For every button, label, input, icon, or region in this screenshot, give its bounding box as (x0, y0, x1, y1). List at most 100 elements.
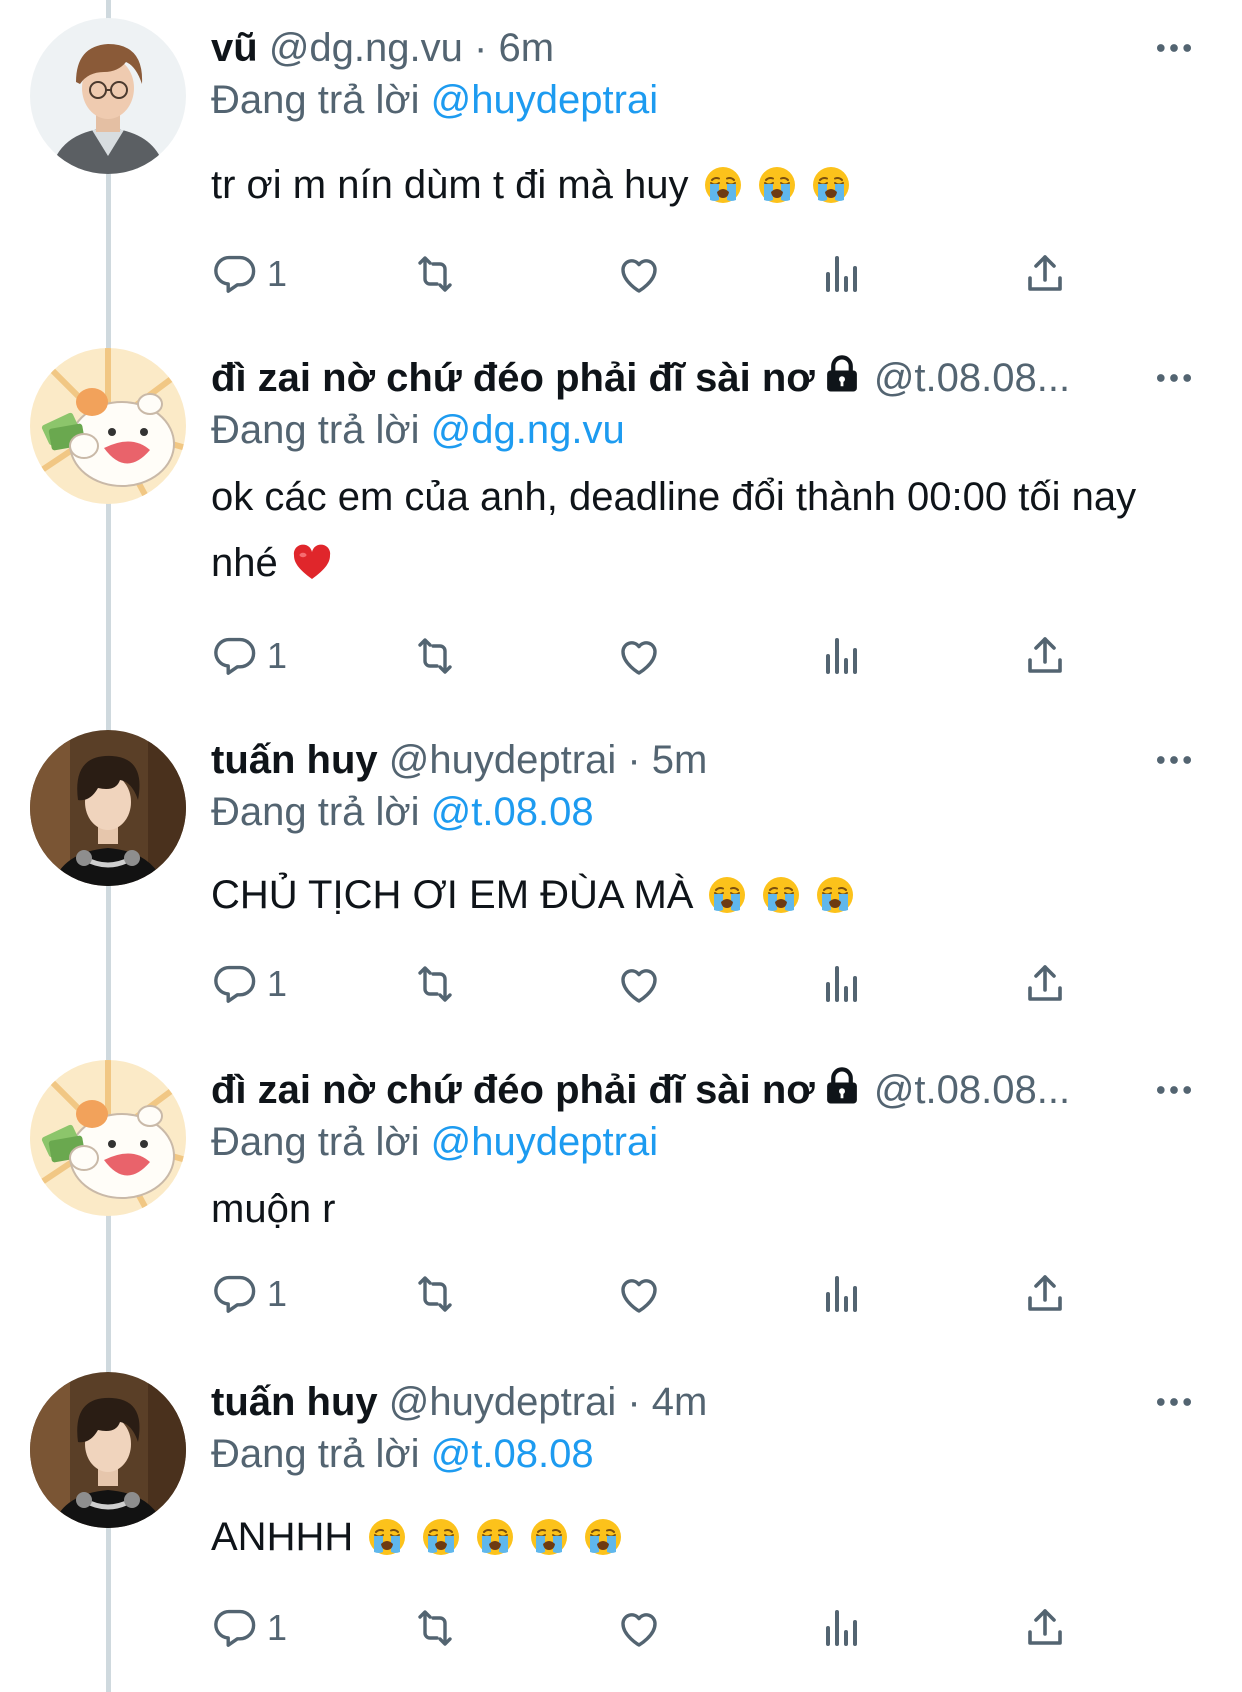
mention-link[interactable]: @dg.ng.vu (431, 408, 625, 452)
share-icon (1021, 1604, 1069, 1652)
display-name[interactable]: vũ (211, 26, 258, 70)
analytics-icon (818, 250, 866, 298)
views-button[interactable] (818, 1264, 866, 1324)
more-options-icon[interactable] (1144, 22, 1204, 74)
share-icon (1021, 632, 1069, 680)
share-button[interactable] (1021, 626, 1069, 686)
separator-dot: · (627, 738, 641, 782)
timestamp[interactable]: 6m (498, 26, 554, 70)
retweet-button[interactable] (411, 954, 459, 1014)
retweet-icon (411, 632, 459, 680)
views-button[interactable] (818, 954, 866, 1014)
red-heart-icon (292, 543, 332, 583)
handle[interactable]: @t.08.08... (874, 1068, 1070, 1112)
reply-button[interactable]: 1 (211, 1598, 287, 1658)
tweet-text: ok các em của anh, deadline đổi thành 00… (211, 464, 1182, 596)
replying-label: Đang trả lời (211, 408, 420, 452)
share-button[interactable] (1021, 954, 1069, 1014)
crying-face-icon (815, 875, 855, 915)
handle[interactable]: @huydeptrai (389, 1380, 616, 1424)
analytics-icon (818, 1604, 866, 1652)
avatar[interactable] (30, 348, 186, 504)
avatar[interactable] (30, 1372, 186, 1528)
views-button[interactable] (818, 626, 866, 686)
reply-count: 1 (267, 253, 288, 294)
reply-button[interactable]: 1 (211, 1264, 287, 1324)
more-options-icon[interactable] (1144, 734, 1204, 786)
mention-link[interactable]: @t.08.08 (431, 1432, 594, 1476)
heart-icon (615, 1270, 663, 1318)
handle[interactable]: @dg.ng.vu (269, 26, 463, 70)
like-button[interactable] (615, 1264, 663, 1324)
timestamp[interactable]: 5m (652, 738, 708, 782)
tweet-header: vũ @dg.ng.vu · 6m (211, 22, 1182, 74)
display-name[interactable]: đì zai nờ chứ đéo phải đĩ sài nơ (211, 1068, 815, 1112)
retweet-button[interactable] (411, 626, 459, 686)
tweet-text: muộn r (211, 1176, 1182, 1242)
share-icon (1021, 250, 1069, 298)
share-button[interactable] (1021, 1598, 1069, 1658)
replying-label: Đang trả lời (211, 78, 420, 122)
display-name[interactable]: đì zai nờ chứ đéo phải đĩ sài nơ (211, 356, 815, 400)
display-name[interactable]: tuấn huy (211, 1380, 378, 1424)
replying-to: Đang trả lời @t.08.08 (211, 786, 1182, 838)
reply-button[interactable]: 1 (211, 244, 287, 304)
retweet-button[interactable] (411, 1598, 459, 1658)
more-options-icon[interactable] (1144, 352, 1204, 404)
mention-link[interactable]: @t.08.08 (431, 790, 594, 834)
heart-icon (615, 250, 663, 298)
crying-face-icon (811, 165, 851, 205)
mention-link[interactable]: @huydeptrai (431, 1120, 658, 1164)
handle[interactable]: @huydeptrai (389, 738, 616, 782)
tweet-actions: 1 (211, 954, 1111, 1014)
avatar[interactable] (30, 730, 186, 886)
share-button[interactable] (1021, 244, 1069, 304)
tweet-text-body: ANHHH (211, 1515, 354, 1559)
tweet-actions: 1 (211, 626, 1111, 686)
crying-face-icon (475, 1517, 515, 1557)
crying-face-icon (421, 1517, 461, 1557)
mention-link[interactable]: @huydeptrai (431, 78, 658, 122)
retweet-button[interactable] (411, 1264, 459, 1324)
tweet-text: tr ơi m nín dùm t đi mà huy (211, 152, 1182, 218)
tweet-header: tuấn huy @huydeptrai · 4m (211, 1376, 1182, 1428)
share-icon (1021, 1270, 1069, 1318)
like-button[interactable] (615, 954, 663, 1014)
reply-button[interactable]: 1 (211, 954, 287, 1014)
display-name[interactable]: tuấn huy (211, 738, 378, 782)
reply-count: 1 (267, 1273, 288, 1314)
like-button[interactable] (615, 1598, 663, 1658)
replying-to: Đang trả lời @huydeptrai (211, 1116, 1182, 1168)
reply-count: 1 (267, 635, 288, 676)
views-button[interactable] (818, 1598, 866, 1658)
separator-dot: · (627, 1380, 641, 1424)
replying-label: Đang trả lời (211, 1432, 420, 1476)
handle[interactable]: @t.08.08... (874, 356, 1070, 400)
share-button[interactable] (1021, 1264, 1069, 1324)
retweet-button[interactable] (411, 244, 459, 304)
avatar[interactable] (30, 1060, 186, 1216)
crying-face-icon (761, 875, 801, 915)
lock-icon (821, 353, 863, 395)
tweet-header: tuấn huy @huydeptrai · 5m (211, 734, 1182, 786)
tweet-actions: 1 (211, 1598, 1111, 1658)
tweet-actions: 1 (211, 244, 1111, 304)
timestamp[interactable]: 4m (652, 1380, 708, 1424)
tweet-text-body: muộn r (211, 1187, 336, 1231)
share-icon (1021, 960, 1069, 1008)
retweet-icon (411, 1270, 459, 1318)
more-options-icon[interactable] (1144, 1376, 1204, 1428)
views-button[interactable] (818, 244, 866, 304)
like-button[interactable] (615, 626, 663, 686)
avatar[interactable] (30, 18, 186, 174)
more-options-icon[interactable] (1144, 1064, 1204, 1116)
replying-to: Đang trả lời @huydeptrai (211, 74, 1182, 126)
tweet-header: đì zai nờ chứ đéo phải đĩ sài nơ @t.08.0… (211, 352, 1182, 404)
heart-icon (615, 960, 663, 1008)
tweet-text: ANHHH (211, 1504, 1182, 1570)
replying-label: Đang trả lời (211, 1120, 420, 1164)
replying-label: Đang trả lời (211, 790, 420, 834)
heart-icon (615, 1604, 663, 1652)
like-button[interactable] (615, 244, 663, 304)
reply-button[interactable]: 1 (211, 626, 287, 686)
